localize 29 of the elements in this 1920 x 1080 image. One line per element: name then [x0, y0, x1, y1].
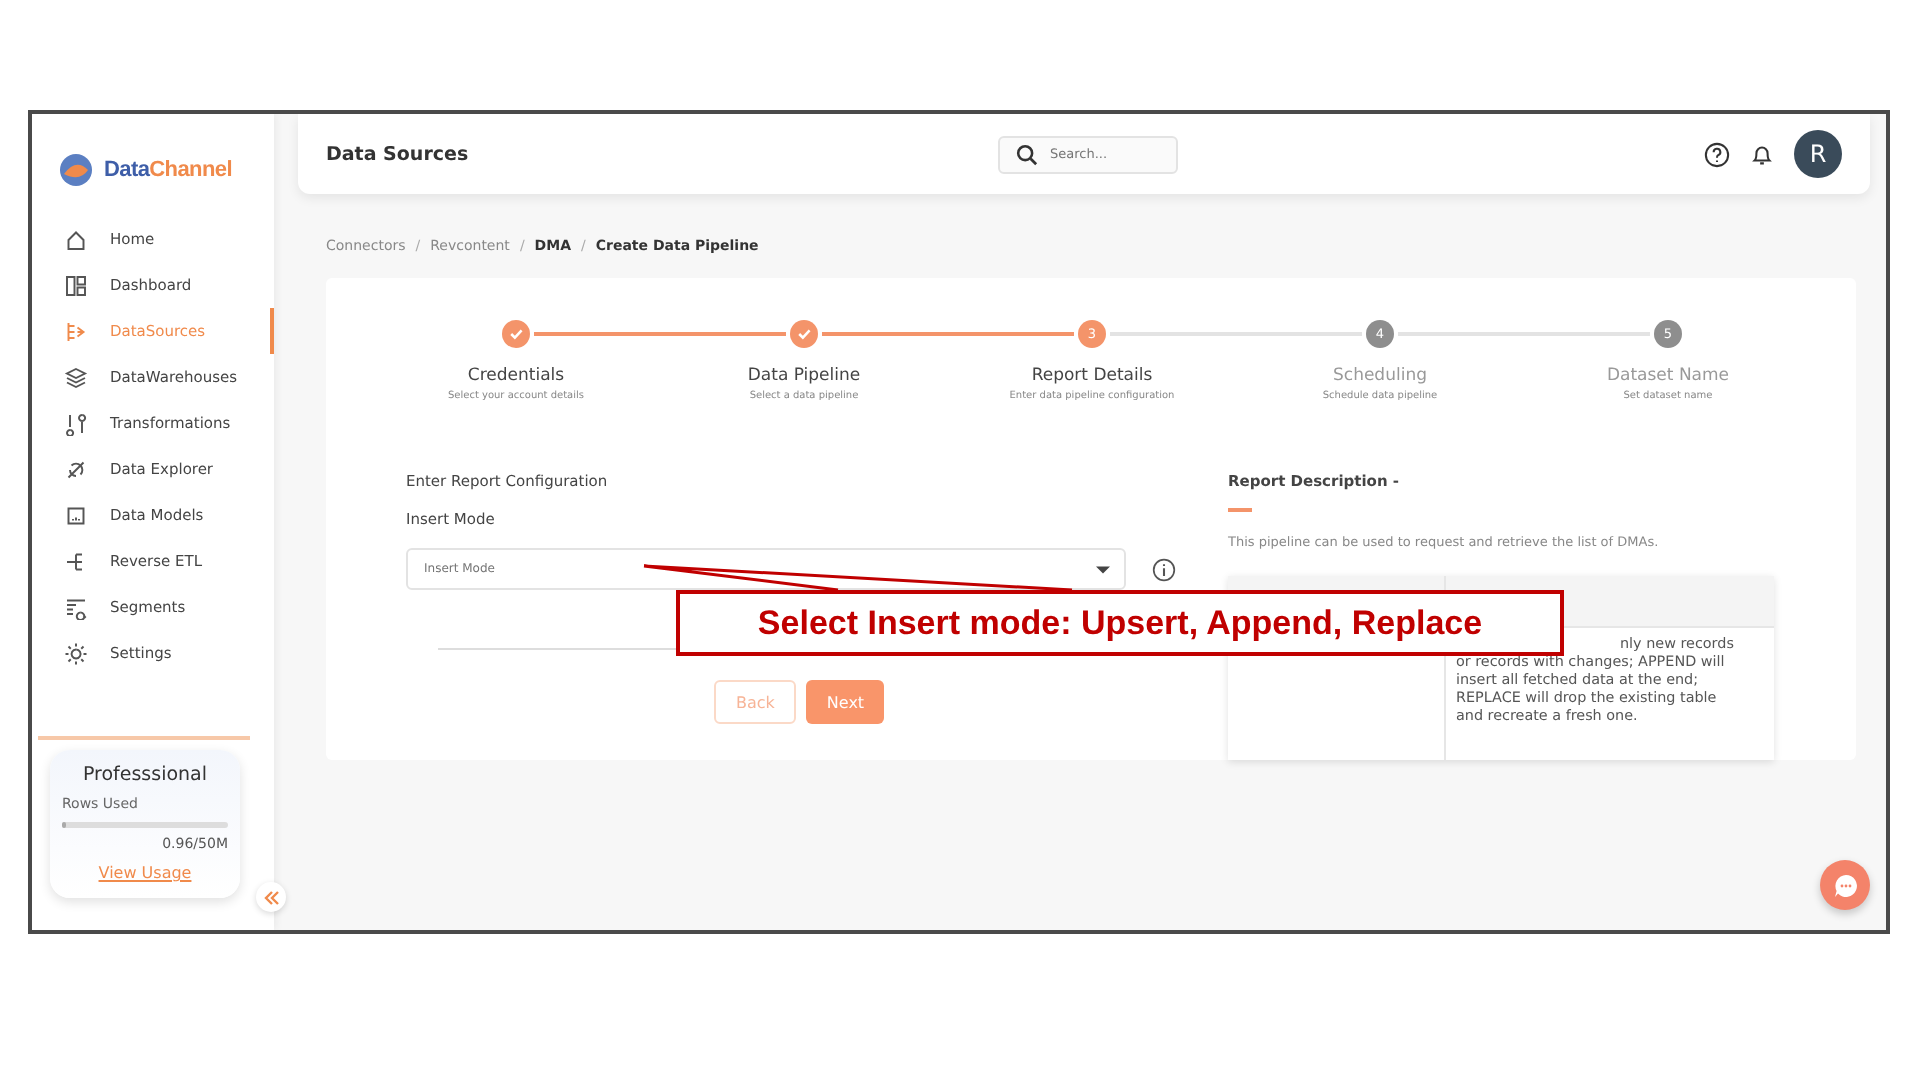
bell-icon[interactable] — [1750, 141, 1774, 167]
nav-icon — [64, 595, 88, 619]
step-title: Report Details — [1031, 366, 1153, 386]
search-icon — [1016, 143, 1038, 165]
nav-icon — [64, 457, 88, 481]
step-title: Scheduling — [1333, 366, 1427, 386]
step-title: Dataset Name — [1606, 366, 1730, 386]
chat-button[interactable] — [1820, 860, 1870, 910]
double-chevron-icon — [261, 887, 281, 907]
page-title: Data Sources — [326, 143, 471, 165]
nav-icon — [64, 319, 88, 343]
avatar[interactable]: R — [1794, 130, 1842, 178]
step-title: Data Pipeline — [747, 366, 861, 386]
step-title: Credentials — [467, 366, 565, 386]
nav-icon — [64, 365, 88, 389]
nav-icon — [64, 641, 88, 665]
nav-icon — [64, 227, 88, 251]
chat-bubble-icon — [1831, 871, 1859, 899]
plan-name: Professsional — [80, 764, 210, 786]
nav-icon — [64, 273, 88, 297]
logo-text: DataChannel — [104, 158, 232, 182]
logo-icon — [56, 150, 96, 190]
dropdown-caret-icon — [1096, 566, 1110, 574]
help-icon[interactable] — [1704, 141, 1730, 167]
nav-icon — [64, 549, 88, 573]
nav-icon — [64, 503, 88, 527]
annotation-callout: Select Insert mode: Upsert, Append, Replace — [676, 590, 1564, 656]
nav-icon — [64, 411, 88, 435]
info-icon[interactable] — [1152, 557, 1176, 581]
